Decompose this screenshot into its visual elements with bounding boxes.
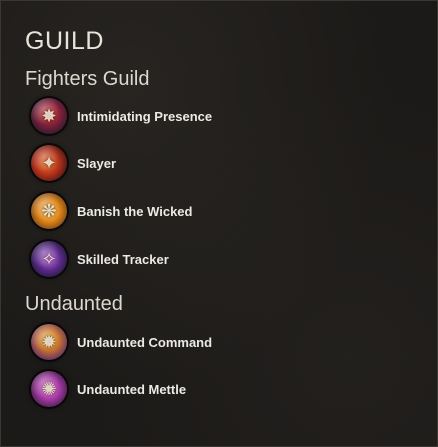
slayer-icon: ✦ — [31, 145, 67, 181]
skill-skilled-tracker[interactable]: ✧ Skilled Tracker — [31, 239, 169, 279]
skill-label: Skilled Tracker — [77, 251, 169, 267]
skill-intimidating-presence[interactable]: ✸ Intimidating Presence — [31, 96, 212, 136]
banish-the-wicked-icon: ❋ — [31, 193, 67, 229]
group-header-fighters-guild: Fighters Guild — [25, 68, 150, 90]
skilled-tracker-icon: ✧ — [31, 241, 67, 277]
skill-label: Intimidating Presence — [77, 108, 213, 124]
intimidating-presence-icon: ✸ — [31, 98, 67, 134]
skill-label: Undaunted Mettle — [77, 381, 187, 397]
skill-undaunted-command[interactable]: ✹ Undaunted Command — [31, 322, 212, 362]
undaunted-mettle-icon: ✺ — [31, 371, 67, 407]
skill-slayer[interactable]: ✦ Slayer — [31, 143, 116, 183]
skill-banish-the-wicked[interactable]: ❋ Banish the Wicked — [31, 191, 192, 231]
group-header-undaunted: Undaunted — [25, 293, 123, 315]
skill-label: Banish the Wicked — [77, 203, 193, 219]
panel-title: GUILD — [25, 27, 104, 55]
undaunted-command-icon: ✹ — [31, 324, 67, 360]
skill-label: Slayer — [77, 155, 117, 171]
skill-label: Undaunted Command — [77, 334, 213, 350]
guild-skills-panel: GUILD Fighters Guild ✸ Intimidating Pres… — [0, 0, 438, 447]
skill-undaunted-mettle[interactable]: ✺ Undaunted Mettle — [31, 369, 186, 409]
